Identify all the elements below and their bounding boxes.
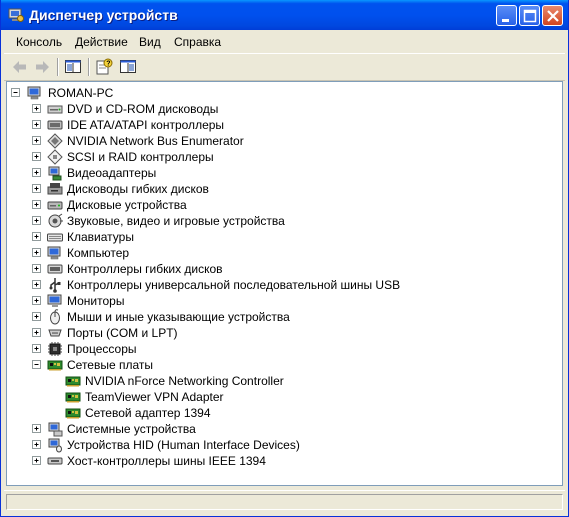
expand-toggle[interactable] [32,104,41,113]
device-label: Сетевой адаптер 1394 [85,406,211,420]
expand-toggle[interactable] [32,344,41,353]
category-label: Звуковые, видео и игровые устройства [67,214,285,228]
collapse-toggle[interactable] [32,360,41,369]
category-label: Контроллеры универсальной последовательн… [67,278,401,292]
title-bar[interactable]: Диспетчер устройств [1,0,568,30]
dvd-drive-icon [47,105,63,114]
category-label: Контроллеры гибких дисков [67,262,223,276]
forward-arrow-icon[interactable] [33,58,51,76]
sound-device-icon [48,213,63,228]
category-label: Системные устройства [67,422,196,436]
menu-action[interactable]: Действие [75,35,128,49]
close-icon [547,10,559,22]
menu-console[interactable]: Консоль [16,35,62,49]
monitor-icon [47,294,62,307]
category-label: Сетевые платы [67,358,154,372]
root-label: ROMAN-PC [48,86,114,100]
usb-controller-icon [49,278,61,293]
network-card-icon [65,376,81,387]
system-device-icon [48,422,63,437]
expand-toggle[interactable] [32,424,41,433]
category-label: Мыши и иные указывающие устройства [67,310,290,324]
expand-toggle[interactable] [32,280,41,289]
processor-icon [48,342,62,356]
ide-controller-icon [47,120,63,130]
device-label: NVIDIA nForce Networking Controller [85,374,284,388]
expand-toggle[interactable] [32,440,41,449]
toolbar: ? [4,53,565,81]
expand-toggle[interactable] [32,168,41,177]
status-bar [4,490,565,513]
category-label: NVIDIA Network Bus Enumerator [67,134,244,148]
expand-toggle[interactable] [32,232,41,241]
category-label: Мониторы [67,294,125,308]
scsi-controller-icon [47,149,63,165]
video-adapter-icon [48,166,62,181]
console-tree-icon[interactable] [64,58,82,76]
category-label: DVD и CD-ROM дисководы [67,102,219,116]
category-label: Дисковые устройства [67,198,187,212]
computer-icon [47,246,61,260]
expand-toggle[interactable] [32,184,41,193]
category-label: Порты (COM и LPT) [67,326,178,340]
expand-toggle[interactable] [32,152,41,161]
minimize-icon [502,19,509,22]
mouse-icon [50,309,60,325]
expand-toggle[interactable] [32,456,41,465]
collapse-toggle[interactable] [11,88,20,97]
expand-toggle[interactable] [32,296,41,305]
menu-help[interactable]: Справка [174,35,221,49]
toolbar-separator [57,58,59,76]
expand-toggle[interactable] [32,312,41,321]
device-label: TeamViewer VPN Adapter [85,390,224,404]
hid-device-icon [48,438,62,453]
expand-toggle[interactable] [32,328,41,337]
keyboard-icon [47,233,63,242]
device-manager-window: Диспетчер устройств Консоль Действие Вид… [0,0,569,517]
floppy-controller-icon [47,264,63,274]
category-label: Хост-контроллеры шины IEEE 1394 [67,454,266,468]
category-label: Устройства HID (Human Interface Devices) [67,438,300,452]
network-adapter-icon [47,360,63,371]
maximize-button[interactable] [519,5,540,26]
port-icon [48,329,62,337]
back-arrow-icon[interactable] [11,58,29,76]
svg-text:?: ? [106,61,110,68]
menu-bar: Консоль Действие Вид Справка [4,30,565,52]
device-tree[interactable]: ROMAN-PC DVD и CD-ROM дисководы IDE ATA/AT… [6,81,563,486]
window-title: Диспетчер устройств [29,7,178,23]
network-card-icon [65,408,81,419]
properties-help-icon[interactable]: ? [95,58,113,76]
bus-enumerator-icon [47,133,63,149]
toolbar-separator [88,58,90,76]
expand-toggle[interactable] [32,216,41,225]
close-button[interactable] [542,5,563,26]
category-label: Дисководы гибких дисков [67,182,209,196]
expand-toggle[interactable] [32,136,41,145]
status-pane [6,494,563,510]
device-manager-icon [8,8,24,22]
category-label: Компьютер [67,246,130,260]
expand-toggle[interactable] [32,200,41,209]
minimize-button[interactable] [496,5,517,26]
expand-toggle[interactable] [32,248,41,257]
category-label: Видеоадаптеры [67,166,157,180]
expand-toggle[interactable] [32,264,41,273]
maximize-icon [523,9,537,23]
category-label: Процессоры [67,342,137,356]
floppy-drive-icon [47,183,63,195]
menu-view[interactable]: Вид [139,35,161,49]
disk-drive-icon [47,201,63,210]
network-card-icon [65,392,81,403]
ieee1394-controller-icon [47,457,63,465]
category-label: IDE ATA/ATAPI контроллеры [67,118,225,132]
computer-icon [27,86,41,100]
expand-toggle[interactable] [32,120,41,129]
category-label: Клавиатуры [67,230,134,244]
properties-icon[interactable] [119,58,137,76]
category-label: SCSI и RAID контроллеры [67,150,214,164]
